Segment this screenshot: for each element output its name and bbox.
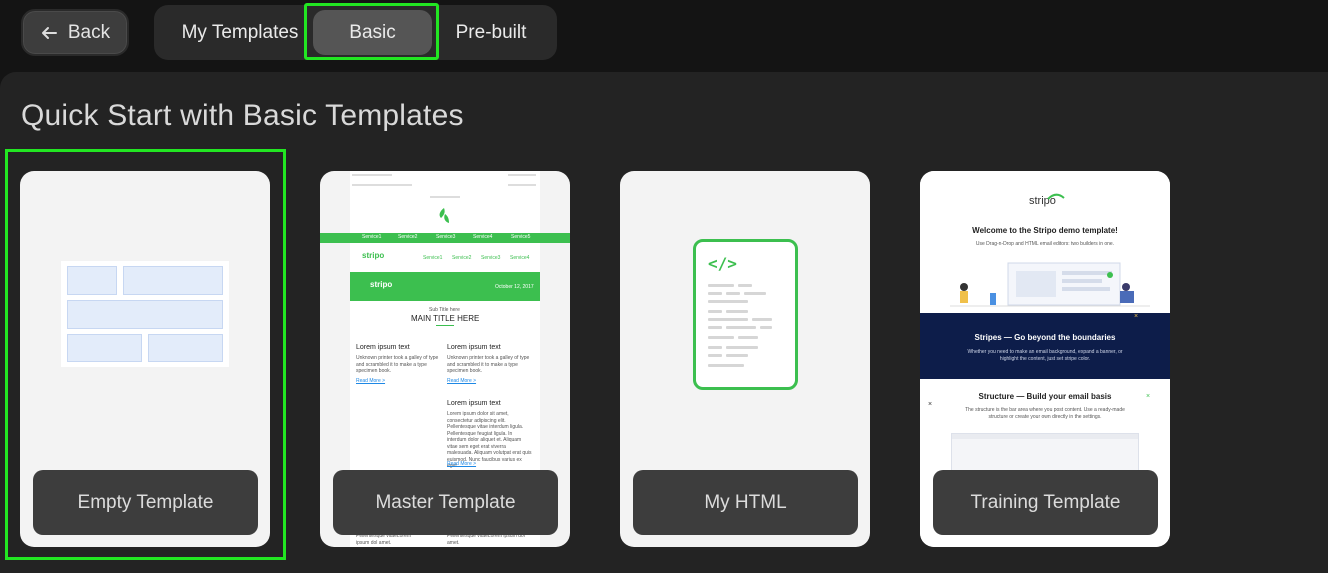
illustration-icon xyxy=(950,262,1150,307)
empty-template-preview xyxy=(61,261,229,367)
close-icon: × xyxy=(928,401,933,408)
templates-panel: Quick Start with Basic Templates Empty T… xyxy=(0,72,1328,573)
stripes-section: Stripes — Go beyond the boundaries Wheth… xyxy=(920,313,1170,379)
close-icon: × xyxy=(1146,393,1151,400)
card-label[interactable]: Training Template xyxy=(933,470,1158,535)
stripo-logo-icon xyxy=(439,208,449,223)
back-button[interactable]: Back xyxy=(21,9,129,56)
tab-pre-built[interactable]: Pre-built xyxy=(437,10,545,55)
service-nav-bar: Service1 Service2 Service3 Service4 Serv… xyxy=(320,233,570,243)
tab-basic[interactable]: Basic xyxy=(313,10,432,55)
card-training-template[interactable]: stripo Welcome to the Stripo demo templa… xyxy=(920,171,1170,547)
code-icon: </> xyxy=(708,254,737,273)
stripo-logo-swoosh-icon xyxy=(1047,193,1065,200)
close-icon: × xyxy=(1134,313,1139,320)
template-tabs: My Templates Basic Pre-built xyxy=(154,3,557,60)
page-title: Quick Start with Basic Templates xyxy=(21,99,464,132)
arrow-left-icon xyxy=(41,26,57,39)
top-bar: Back My Templates Basic Pre-built xyxy=(0,0,1328,72)
card-label[interactable]: Empty Template xyxy=(33,470,258,535)
html-document-preview: </> xyxy=(693,239,798,390)
card-label[interactable]: Master Template xyxy=(333,470,558,535)
tab-my-templates[interactable]: My Templates xyxy=(166,10,314,55)
back-label: Back xyxy=(67,21,111,43)
header-banner: stripo October 12, 2017 xyxy=(350,272,540,301)
card-label[interactable]: My HTML xyxy=(633,470,858,535)
card-master-template[interactable]: Service1 Service2 Service3 Service4 Serv… xyxy=(320,171,570,547)
card-empty-template[interactable]: Empty Template xyxy=(20,171,270,547)
card-my-html[interactable]: </> My HTML xyxy=(620,171,870,547)
